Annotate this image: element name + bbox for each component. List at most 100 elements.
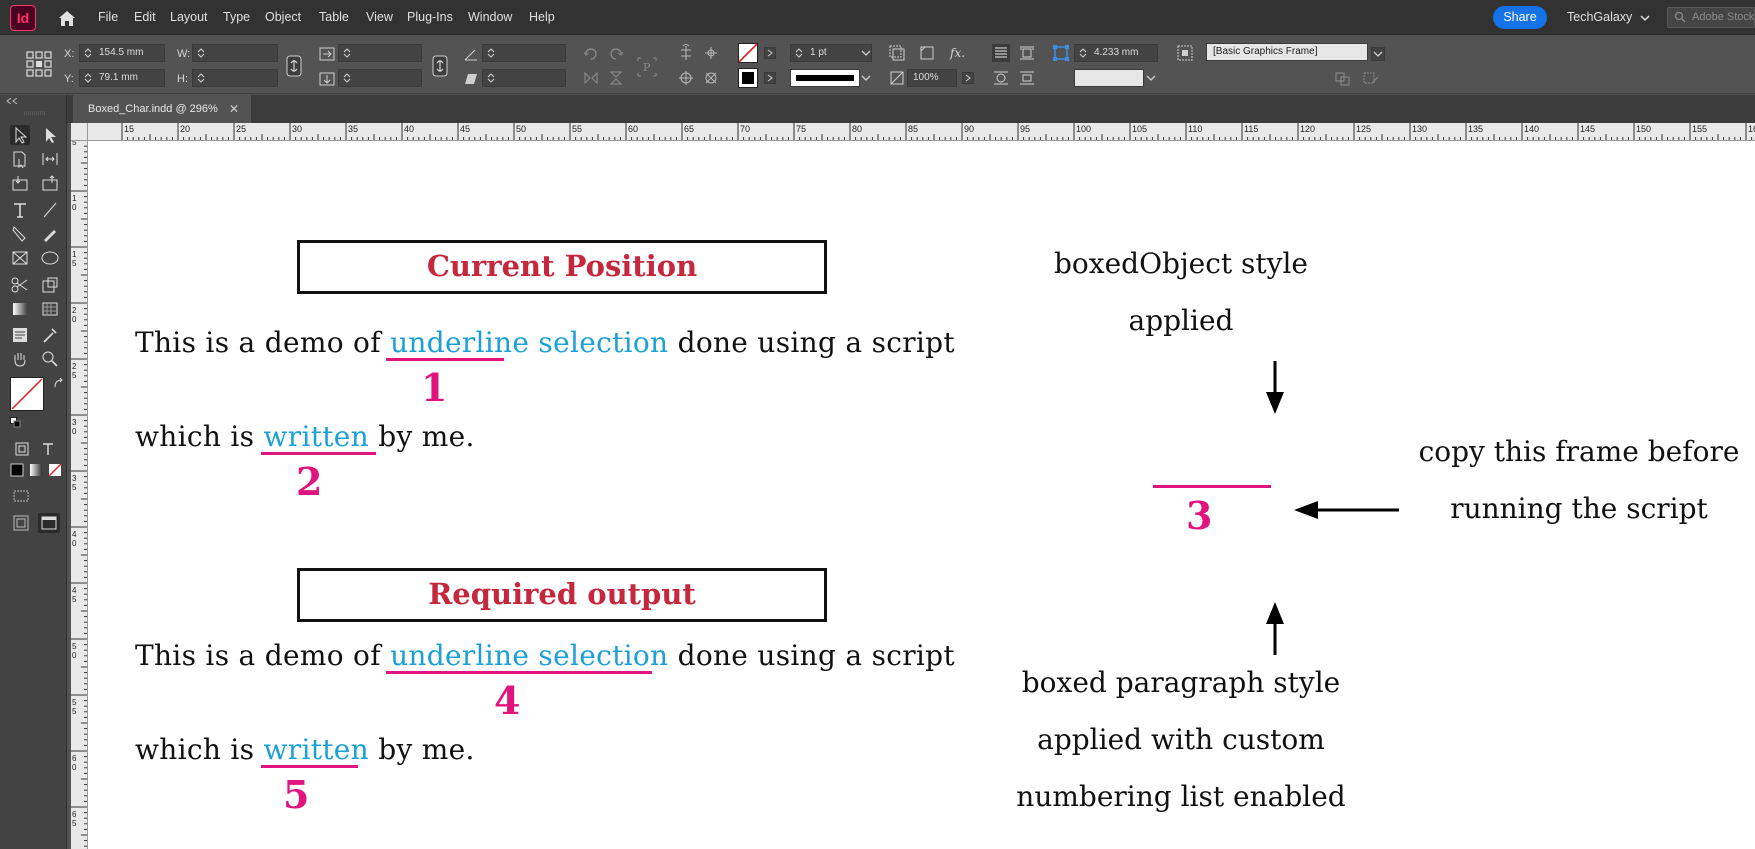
eyedropper-tool[interactable] bbox=[40, 325, 60, 345]
swap-fill-stroke-icon[interactable] bbox=[53, 378, 64, 389]
stroke-type-select[interactable] bbox=[790, 69, 860, 87]
menu-layout[interactable]: Layout bbox=[170, 10, 208, 24]
ellipse-tool[interactable] bbox=[40, 248, 60, 268]
select-next-object-icon[interactable] bbox=[702, 69, 720, 87]
jump-object-icon[interactable] bbox=[1018, 69, 1036, 87]
share-button[interactable]: Share bbox=[1493, 6, 1547, 29]
clear-overrides-icon[interactable] bbox=[1334, 69, 1352, 87]
screen-mode-button[interactable] bbox=[38, 513, 60, 533]
drop-shadow-icon[interactable] bbox=[888, 44, 906, 62]
constrain-scale-icon[interactable] bbox=[432, 55, 448, 77]
chevron-down-icon[interactable] bbox=[860, 47, 872, 59]
stock-search-input[interactable]: Adobe Stock bbox=[1667, 7, 1755, 28]
current-line-2[interactable]: which is written by me. bbox=[135, 420, 475, 453]
menu-window[interactable]: Window bbox=[468, 10, 512, 24]
shear-angle-field[interactable] bbox=[482, 69, 566, 87]
rectangle-frame-tool[interactable] bbox=[10, 248, 30, 268]
rotate-clockwise-icon[interactable] bbox=[582, 44, 600, 62]
stroke-swatch-icon[interactable] bbox=[738, 68, 758, 88]
scale-y-field[interactable] bbox=[338, 69, 422, 87]
chevron-right-icon[interactable] bbox=[764, 72, 776, 84]
apply-gradient-button[interactable] bbox=[29, 463, 43, 477]
stepper-icon[interactable] bbox=[1078, 47, 1088, 59]
menu-edit[interactable]: Edit bbox=[134, 10, 156, 24]
preview-mode-toggle[interactable] bbox=[13, 489, 29, 503]
fill-none-swatch-icon[interactable] bbox=[738, 43, 758, 63]
stepper-icon[interactable] bbox=[83, 72, 93, 84]
menu-view[interactable]: View bbox=[366, 10, 393, 24]
content-placer-tool[interactable] bbox=[40, 173, 60, 193]
menu-help[interactable]: Help bbox=[529, 10, 555, 24]
hand-tool[interactable] bbox=[10, 349, 30, 369]
flip-vertical-icon[interactable] bbox=[607, 69, 625, 87]
formatting-container-toggle[interactable] bbox=[14, 441, 30, 457]
menu-plug-ins[interactable]: Plug-Ins bbox=[407, 10, 453, 24]
frame-fitting-icon[interactable] bbox=[1176, 44, 1194, 62]
home-icon[interactable] bbox=[56, 8, 78, 28]
flip-horizontal-icon[interactable] bbox=[582, 69, 600, 87]
vertical-ruler[interactable]: 5101520253035404550556065 bbox=[71, 141, 88, 849]
line-tool[interactable] bbox=[40, 200, 60, 220]
pencil-tool[interactable] bbox=[40, 224, 60, 244]
note-tool[interactable] bbox=[10, 325, 30, 345]
chevron-right-icon[interactable] bbox=[962, 72, 974, 84]
object-style-select[interactable]: [Basic Graphics Frame] bbox=[1206, 43, 1368, 61]
apply-color-button[interactable] bbox=[10, 463, 24, 477]
current-position-frame[interactable]: Current Position bbox=[297, 240, 827, 294]
formatting-text-toggle[interactable] bbox=[40, 441, 56, 457]
close-icon[interactable]: ✕ bbox=[229, 95, 239, 123]
chevron-down-icon[interactable] bbox=[1145, 72, 1157, 84]
menu-file[interactable]: File bbox=[98, 10, 118, 24]
panel-grip-icon[interactable] bbox=[24, 111, 46, 115]
fx-icon[interactable]: fx. bbox=[950, 46, 965, 60]
type-tool[interactable] bbox=[10, 200, 30, 220]
scale-x-field[interactable] bbox=[338, 44, 422, 62]
pen-tool[interactable] bbox=[10, 224, 30, 244]
stepper-icon[interactable] bbox=[342, 47, 352, 59]
constrain-proportions-icon[interactable] bbox=[286, 55, 302, 77]
rotation-angle-field[interactable] bbox=[482, 44, 566, 62]
chevron-down-icon[interactable] bbox=[860, 72, 872, 84]
zoom-tool[interactable] bbox=[40, 349, 60, 369]
document-canvas[interactable]: Current Position This is a demo of under… bbox=[88, 141, 1755, 849]
inset-spacing-field[interactable]: 4.233 mm bbox=[1074, 44, 1158, 62]
horizontal-ruler[interactable]: 15 20 25 30 35 40 45 50 55 60 65 70 75 80 85 90 95 100 105… bbox=[88, 123, 1755, 141]
wrap-object-shape-icon[interactable] bbox=[992, 69, 1010, 87]
height-field[interactable] bbox=[192, 69, 278, 87]
text-wrap-icon[interactable] bbox=[992, 44, 1010, 62]
stroke-style-select[interactable] bbox=[1074, 69, 1144, 87]
select-previous-object-icon[interactable] bbox=[677, 69, 695, 87]
current-line-1[interactable]: This is a demo of underline selection do… bbox=[135, 326, 955, 359]
selection-tool[interactable] bbox=[10, 125, 30, 145]
gap-tool[interactable] bbox=[40, 149, 60, 169]
menu-table[interactable]: Table bbox=[319, 10, 349, 24]
collapse-panel-icon[interactable] bbox=[6, 98, 18, 104]
rotate-counterclockwise-icon[interactable] bbox=[607, 44, 625, 62]
default-fill-stroke-icon[interactable] bbox=[10, 417, 21, 428]
free-transform-tool[interactable] bbox=[40, 275, 60, 295]
content-collector-tool[interactable] bbox=[10, 173, 30, 193]
stepper-icon[interactable] bbox=[794, 47, 804, 59]
menu-object[interactable]: Object bbox=[265, 10, 301, 24]
page-tool[interactable] bbox=[10, 149, 30, 169]
ruler-origin[interactable] bbox=[71, 123, 88, 141]
menu-type[interactable]: Type bbox=[223, 10, 250, 24]
stepper-icon[interactable] bbox=[196, 72, 206, 84]
auto-fit-icon[interactable] bbox=[1052, 44, 1070, 62]
reference-point-icon[interactable] bbox=[26, 51, 52, 77]
scissors-tool[interactable] bbox=[10, 275, 30, 295]
x-position-field[interactable]: 154.5 mm bbox=[79, 44, 165, 62]
gradient-swatch-tool[interactable] bbox=[10, 299, 30, 319]
stepper-icon[interactable] bbox=[486, 47, 496, 59]
boxed-object-frame[interactable] bbox=[1153, 485, 1271, 488]
chevron-down-icon[interactable] bbox=[1371, 47, 1385, 61]
stepper-icon[interactable] bbox=[196, 47, 206, 59]
select-content-icon[interactable] bbox=[702, 44, 720, 62]
width-field[interactable] bbox=[192, 44, 278, 62]
normal-screen-mode-button[interactable] bbox=[13, 515, 29, 531]
stepper-icon[interactable] bbox=[486, 72, 496, 84]
opacity-field[interactable]: 100% bbox=[907, 69, 957, 87]
wrap-around-bounding-box-icon[interactable] bbox=[1018, 44, 1036, 62]
apply-none-button[interactable] bbox=[48, 463, 62, 477]
select-container-icon[interactable] bbox=[677, 44, 695, 62]
